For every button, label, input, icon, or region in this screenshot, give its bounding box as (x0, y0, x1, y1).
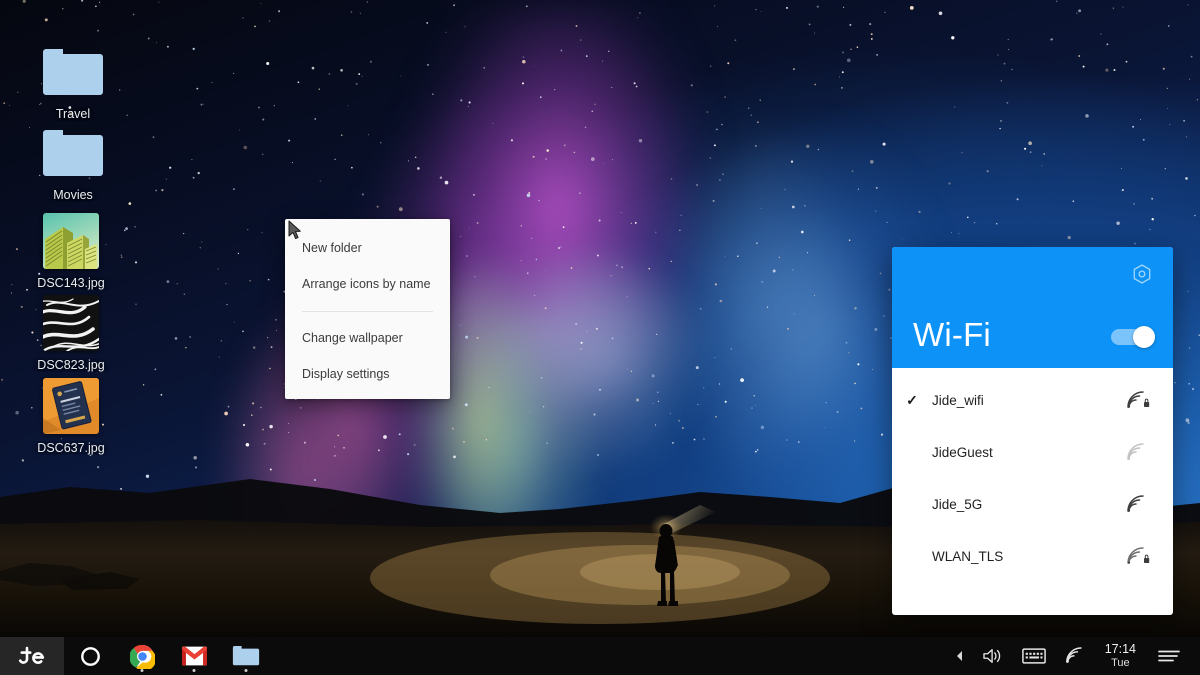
wifi-ssid-label: Jide_wifi (932, 393, 1125, 408)
wifi-signal-icon (1125, 442, 1173, 462)
keyboard-icon (1022, 648, 1046, 664)
wifi-ssid-label: Jide_5G (932, 497, 1125, 512)
desktop-icon-label: DSC823.jpg (17, 358, 125, 372)
running-indicator-dot (193, 669, 196, 672)
wifi-signal-secured-icon (1125, 546, 1173, 566)
taskbar-app-chrome[interactable] (116, 637, 168, 675)
desktop-icon-label: Movies (19, 188, 127, 202)
taskbar-app-files[interactable] (220, 637, 272, 675)
context-menu-item-arrange-icons[interactable]: Arrange icons by name (285, 269, 450, 299)
jide-logo-icon (17, 645, 47, 667)
running-indicator-dot (245, 669, 248, 672)
folder-icon (19, 123, 127, 183)
desktop-icon-movies[interactable]: Movies (19, 123, 127, 202)
desktop-icon-label: DSC143.jpg (17, 276, 125, 290)
desktop-icon-travel[interactable]: Travel (19, 42, 127, 121)
tray-wifi-button[interactable] (1055, 637, 1095, 675)
wifi-toggle-switch[interactable] (1111, 329, 1153, 345)
folder-icon (19, 42, 127, 102)
connected-check-icon: ✓ (892, 392, 932, 409)
image-thumbnail-stripes (17, 293, 125, 353)
desktop-icon-dsc637[interactable]: DSC637.jpg (17, 376, 125, 455)
wifi-toggle-knob (1133, 326, 1155, 348)
wifi-panel-title: Wi-Fi (913, 316, 991, 354)
clock-time: 17:14 (1105, 642, 1136, 656)
circle-icon (80, 646, 101, 667)
tray-expand-button[interactable] (947, 637, 973, 675)
gear-icon[interactable] (1131, 263, 1153, 285)
wifi-network-row[interactable]: ✓ Jide_wifi (892, 374, 1173, 426)
taskbar-app-gmail[interactable] (168, 637, 220, 675)
desktop-icon-label: DSC637.jpg (17, 441, 125, 455)
image-thumbnail-buildings (17, 211, 125, 271)
desktop-icon-dsc823[interactable]: DSC823.jpg (17, 293, 125, 372)
context-menu-item-display-settings[interactable]: Display settings (285, 359, 450, 389)
volume-icon (982, 647, 1004, 665)
desktop-context-menu[interactable]: New folder Arrange icons by name Change … (285, 219, 450, 399)
wifi-panel[interactable]: Wi-Fi ✓ Jide_wifi (892, 247, 1173, 615)
desktop-screen: Travel Movies (0, 0, 1200, 675)
clock-day: Tue (1105, 657, 1136, 670)
tray-volume-button[interactable] (973, 637, 1013, 675)
taskbar-clock[interactable]: 17:14 Tue (1095, 642, 1148, 669)
gmail-icon (182, 646, 207, 666)
running-indicator-dot (141, 669, 144, 672)
desktop-icon-label: Travel (19, 107, 127, 121)
notifications-button[interactable] (1148, 637, 1190, 675)
jide-home-button[interactable] (0, 637, 64, 675)
image-thumbnail-notebook (17, 376, 125, 436)
folder-icon (232, 645, 260, 667)
taskbar-apps (64, 637, 272, 675)
wifi-network-row[interactable]: JideGuest (892, 426, 1173, 478)
wifi-network-list: ✓ Jide_wifi (892, 368, 1173, 582)
taskbar-app-recent-apps[interactable] (64, 637, 116, 675)
wifi-signal-icon (1125, 494, 1173, 514)
wifi-icon (1064, 647, 1086, 665)
desktop-icon-dsc143[interactable]: DSC143.jpg (17, 211, 125, 290)
wifi-signal-secured-icon (1125, 390, 1173, 410)
wifi-network-row[interactable]: Jide_5G (892, 478, 1173, 530)
context-menu-separator (302, 311, 433, 312)
context-menu-item-new-folder[interactable]: New folder (285, 233, 450, 263)
wifi-ssid-label: JideGuest (932, 445, 1125, 460)
chevron-left-icon (956, 650, 964, 662)
wifi-network-row[interactable]: WLAN_TLS (892, 530, 1173, 582)
wifi-panel-header: Wi-Fi (892, 247, 1173, 368)
context-menu-item-change-wallpaper[interactable]: Change wallpaper (285, 323, 450, 353)
tray-keyboard-button[interactable] (1013, 637, 1055, 675)
taskbar: 17:14 Tue (0, 637, 1200, 675)
hamburger-icon (1157, 648, 1181, 664)
system-tray: 17:14 Tue (947, 637, 1200, 675)
chrome-icon (130, 644, 155, 669)
wifi-ssid-label: WLAN_TLS (932, 549, 1125, 564)
